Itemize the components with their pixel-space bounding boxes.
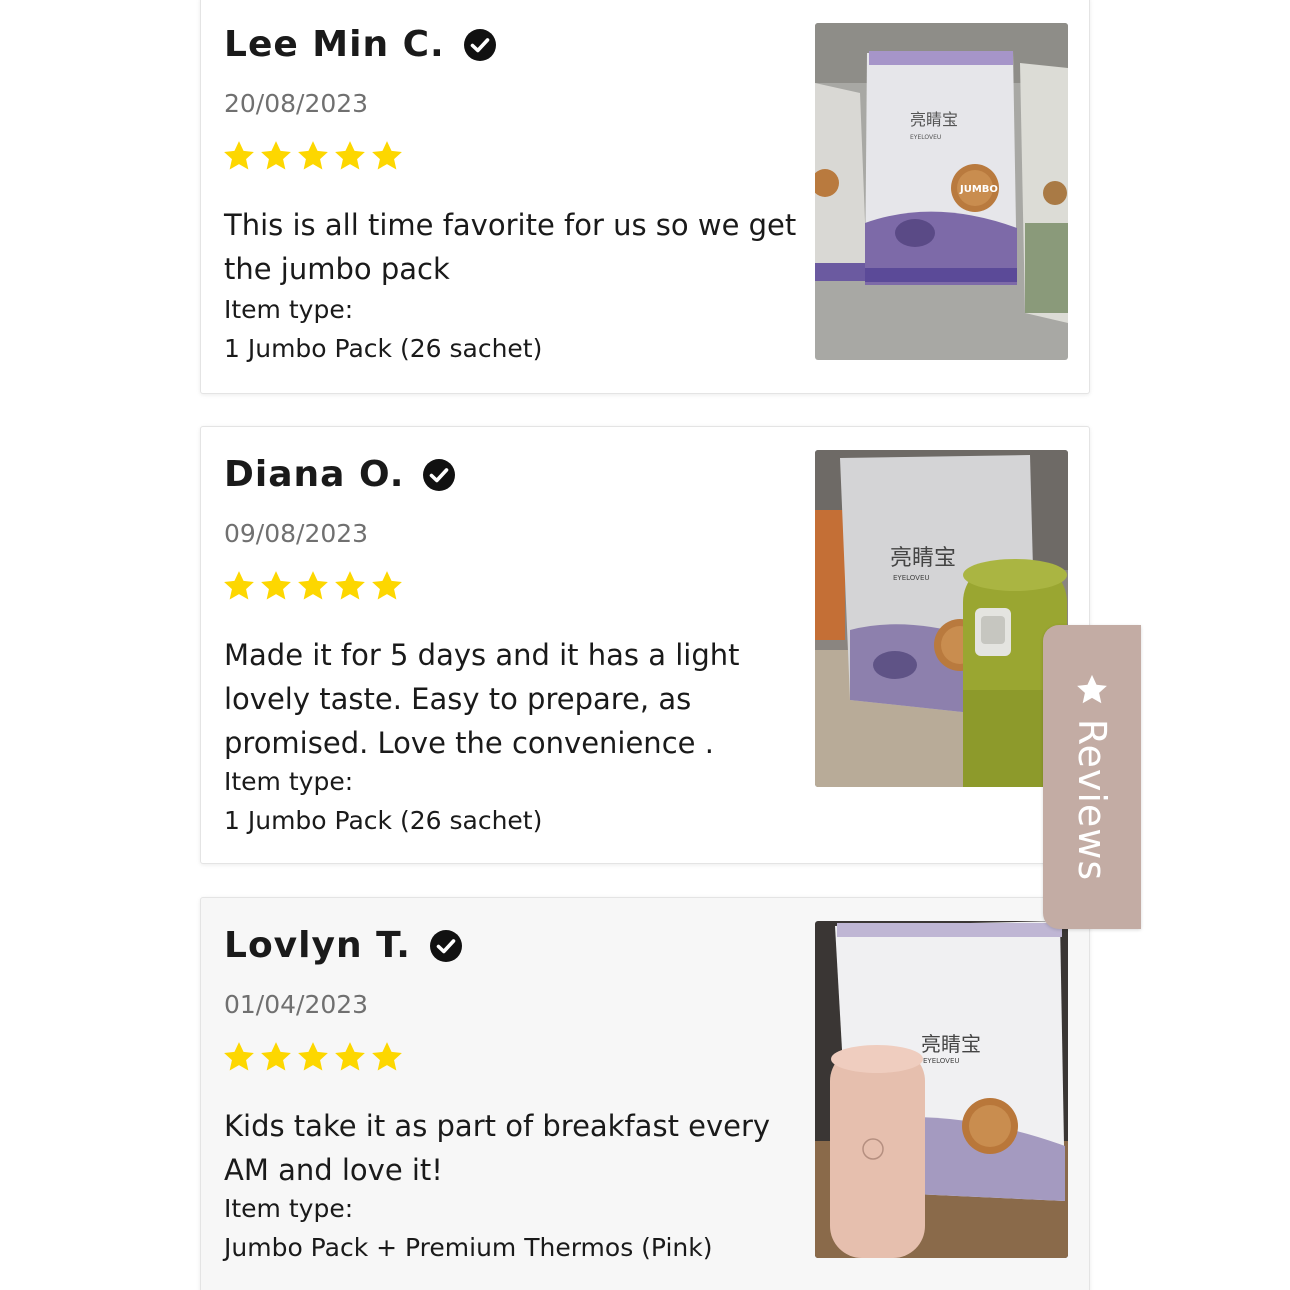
star-icon bbox=[372, 141, 402, 170]
reviews-page: Lee Min C. 20/08/2023 This is all time f… bbox=[0, 0, 1290, 1290]
star-icon bbox=[298, 571, 328, 600]
reviews-tab-label: Reviews bbox=[1070, 718, 1114, 882]
svg-text:亮睛宝: 亮睛宝 bbox=[921, 1032, 981, 1056]
item-type-label: Item type: bbox=[224, 767, 354, 796]
verified-icon bbox=[463, 28, 496, 61]
star-icon bbox=[224, 141, 254, 170]
review-author-row: Lovlyn T. bbox=[224, 925, 463, 966]
star-icon bbox=[335, 141, 365, 170]
review-photo[interactable]: 亮睛宝 EYELOVEU bbox=[815, 450, 1068, 787]
verified-icon bbox=[429, 929, 462, 962]
review-body: Kids take it as part of breakfast every … bbox=[224, 1109, 771, 1187]
review-card: Lovlyn T. 01/04/2023 Kids take it as par… bbox=[200, 897, 1090, 1290]
star-icon bbox=[372, 571, 402, 600]
star-rating bbox=[222, 139, 404, 173]
reviews-tab-button[interactable]: Reviews bbox=[1043, 625, 1141, 929]
svg-text:EYELOVEU: EYELOVEU bbox=[923, 1057, 960, 1065]
star-rating bbox=[222, 569, 404, 603]
review-author: Lee Min C. bbox=[224, 24, 445, 65]
svg-text:EYELOVEU: EYELOVEU bbox=[893, 574, 930, 582]
star-icon bbox=[261, 571, 291, 600]
item-type-label: Item type: bbox=[224, 295, 354, 324]
review-body: Made it for 5 days and it has a light lo… bbox=[224, 638, 740, 760]
item-type-value: 1 Jumbo Pack (26 sachet) bbox=[224, 806, 543, 835]
star-icon bbox=[261, 141, 291, 170]
item-type-value: Jumbo Pack + Premium Thermos (Pink) bbox=[224, 1233, 713, 1262]
star-rating bbox=[222, 1040, 404, 1074]
review-date: 20/08/2023 bbox=[224, 89, 369, 118]
review-author: Lovlyn T. bbox=[224, 925, 411, 966]
review-card: Diana O. 09/08/2023 Made it for 5 days a… bbox=[200, 426, 1090, 864]
review-photo[interactable]: 亮睛宝 EYELOVEU bbox=[815, 921, 1068, 1258]
review-date: 01/04/2023 bbox=[224, 990, 369, 1019]
star-icon bbox=[335, 1042, 365, 1071]
star-icon bbox=[335, 571, 365, 600]
review-photo[interactable]: 亮睛宝 EYELOVEU JUMBO bbox=[815, 23, 1068, 360]
star-icon bbox=[298, 1042, 328, 1071]
svg-text:亮睛宝: 亮睛宝 bbox=[910, 110, 958, 129]
review-author-row: Lee Min C. bbox=[224, 24, 497, 65]
svg-text:亮睛宝: 亮睛宝 bbox=[890, 546, 956, 571]
svg-text:EYELOVEU: EYELOVEU bbox=[910, 134, 941, 141]
reviews-tab-content: Reviews bbox=[1070, 673, 1114, 881]
review-date: 09/08/2023 bbox=[224, 519, 369, 548]
review-card: Lee Min C. 20/08/2023 This is all time f… bbox=[200, 0, 1090, 394]
star-icon bbox=[1077, 674, 1107, 704]
star-icon bbox=[224, 571, 254, 600]
svg-text:JUMBO: JUMBO bbox=[959, 184, 998, 195]
star-icon bbox=[224, 1042, 254, 1071]
star-icon bbox=[261, 1042, 291, 1071]
review-body: This is all time favorite for us so we g… bbox=[224, 208, 797, 286]
star-icon bbox=[372, 1042, 402, 1071]
review-author: Diana O. bbox=[224, 454, 405, 495]
verified-icon bbox=[423, 458, 456, 491]
review-author-row: Diana O. bbox=[224, 454, 456, 495]
star-icon bbox=[298, 141, 328, 170]
item-type-value: 1 Jumbo Pack (26 sachet) bbox=[224, 334, 543, 363]
item-type-label: Item type: bbox=[224, 1194, 354, 1223]
